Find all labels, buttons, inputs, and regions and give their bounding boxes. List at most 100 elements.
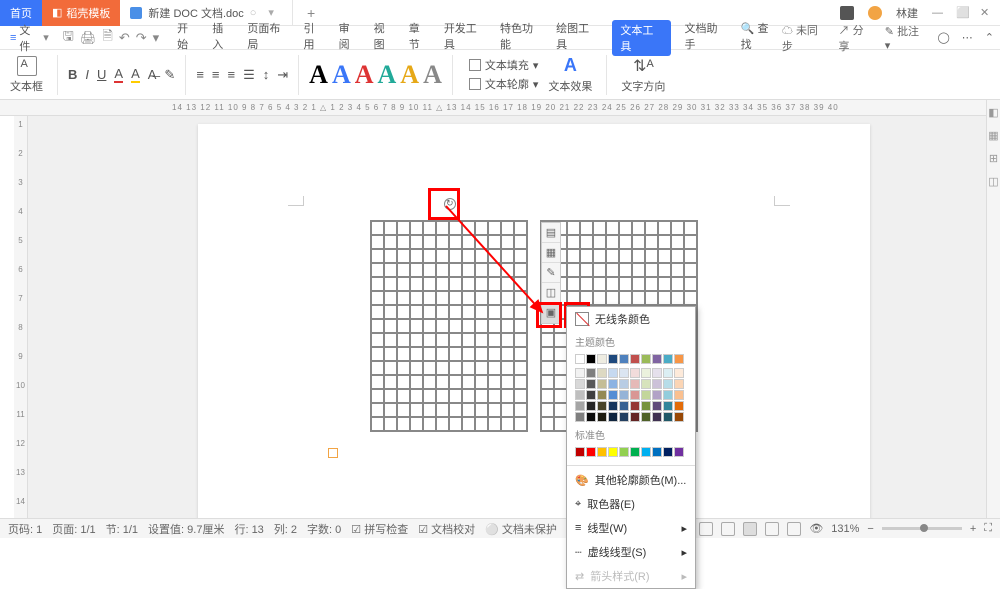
color-swatch[interactable] (630, 447, 640, 457)
color-swatch[interactable] (597, 379, 607, 389)
color-swatch[interactable] (674, 354, 684, 364)
color-swatch[interactable] (641, 354, 651, 364)
color-swatch[interactable] (597, 412, 607, 422)
color-swatch[interactable] (619, 401, 629, 411)
help-icon[interactable]: ◯ (937, 31, 949, 44)
wordart-gallery[interactable]: A A A A A A (309, 60, 442, 90)
color-swatch[interactable] (652, 447, 662, 457)
view-outline-icon[interactable] (765, 522, 779, 536)
status-spell[interactable]: ☑ 拼写检查 (351, 521, 408, 537)
clear-format-button[interactable]: A̶ (148, 67, 157, 82)
qat-print-icon[interactable]: 🖨 (80, 30, 97, 46)
underline-button[interactable]: U (97, 67, 106, 82)
align-right-button[interactable]: ≡ (228, 67, 236, 82)
color-swatch[interactable] (674, 379, 684, 389)
color-swatch[interactable] (630, 412, 640, 422)
menu-start[interactable]: 开始 (177, 20, 198, 56)
color-swatch[interactable] (619, 354, 629, 364)
color-swatch[interactable] (619, 379, 629, 389)
color-swatch[interactable] (619, 412, 629, 422)
bold-button[interactable]: B (68, 67, 77, 82)
text-effects-button[interactable]: A 文本效果 (544, 55, 596, 94)
color-swatch[interactable] (641, 390, 651, 400)
color-swatch[interactable] (674, 412, 684, 422)
qat-redo-icon[interactable]: ↷ (136, 30, 147, 46)
qat-save-icon[interactable]: 🖫 (63, 27, 74, 49)
menu-find[interactable]: 🔍 查找 (741, 20, 778, 56)
side-tool-outline[interactable]: ▣ (542, 303, 560, 323)
line-spacing-button[interactable]: ↕ (263, 67, 270, 82)
menu-doc-help[interactable]: 文档助手 (685, 20, 727, 56)
more-colors-item[interactable]: 🎨其他轮廓颜色(M)... (567, 468, 695, 492)
status-pages[interactable]: 页面: 1/1 (52, 521, 95, 537)
italic-button[interactable]: I (85, 67, 89, 82)
color-swatch[interactable] (652, 368, 662, 378)
font-color-button[interactable]: A (114, 66, 123, 83)
color-swatch[interactable] (652, 412, 662, 422)
status-protect[interactable]: ⚪ 文档未保护 (485, 521, 557, 537)
color-swatch[interactable] (652, 401, 662, 411)
tab-template[interactable]: ◧ 稻壳模板 (42, 0, 120, 26)
color-swatch[interactable] (586, 379, 596, 389)
align-left-button[interactable]: ≡ (196, 67, 204, 82)
zoom-in-button[interactable]: + (970, 523, 976, 535)
menu-view[interactable]: 视图 (374, 20, 395, 56)
highlight-button[interactable]: A (131, 66, 140, 83)
color-swatch[interactable] (608, 354, 618, 364)
table-left[interactable] (370, 220, 528, 432)
color-swatch[interactable] (597, 401, 607, 411)
text-direction-button[interactable]: ⇅ᴬ 文字方向 (617, 56, 669, 94)
tab-close-icon[interactable]: ▾ (268, 6, 274, 19)
color-swatch[interactable] (608, 401, 618, 411)
notification-icon[interactable] (840, 6, 854, 20)
color-swatch[interactable] (674, 390, 684, 400)
horizontal-ruler[interactable]: 14 13 12 11 10 9 8 7 6 5 4 3 2 1 △ 1 2 3… (0, 100, 1000, 116)
no-line-color-item[interactable]: 无线条颜色 (567, 307, 695, 331)
ribbon-textbox[interactable]: 文本框 (6, 56, 47, 94)
window-min-icon[interactable]: — (932, 7, 942, 19)
color-swatch[interactable] (608, 368, 618, 378)
rotate-handle-icon[interactable] (444, 198, 456, 210)
fit-width-icon[interactable]: ⛶ (984, 522, 992, 535)
view-page-icon[interactable] (743, 522, 757, 536)
qat-preview-icon[interactable]: 🗎 (102, 27, 112, 49)
color-swatch[interactable] (575, 447, 585, 457)
color-swatch[interactable] (586, 401, 596, 411)
color-swatch[interactable] (674, 368, 684, 378)
color-swatch[interactable] (641, 447, 651, 457)
color-swatch[interactable] (575, 368, 585, 378)
color-swatch[interactable] (652, 390, 662, 400)
color-swatch[interactable] (597, 447, 607, 457)
menu-layout[interactable]: 页面布局 (247, 20, 289, 56)
color-swatch[interactable] (663, 447, 673, 457)
color-swatch[interactable] (663, 368, 673, 378)
color-swatch[interactable] (663, 390, 673, 400)
line-weight-item[interactable]: ≡线型(W)▸ (567, 516, 695, 540)
window-close-icon[interactable]: ✕ (980, 6, 990, 19)
side-tool-1[interactable]: ▤ (542, 223, 560, 243)
annotate-button[interactable]: ✎ 批注 ▾ (885, 23, 926, 52)
view-print-icon[interactable] (721, 522, 735, 536)
eyedropper-item[interactable]: ⌖取色器(E) (567, 492, 695, 516)
color-swatch[interactable] (619, 368, 629, 378)
view-fullscreen-icon[interactable] (699, 522, 713, 536)
rs-icon-1[interactable]: ◧ (988, 106, 998, 119)
color-swatch[interactable] (630, 379, 640, 389)
color-swatch[interactable] (586, 390, 596, 400)
menu-feature[interactable]: 特色功能 (500, 20, 542, 56)
color-swatch[interactable] (608, 447, 618, 457)
user-avatar[interactable] (868, 6, 882, 20)
menu-review[interactable]: 审阅 (339, 20, 360, 56)
color-swatch[interactable] (608, 390, 618, 400)
table-side-toolbar[interactable]: ▤ ▦ ✎ ◫ ▣ (541, 222, 561, 324)
color-swatch[interactable] (597, 368, 607, 378)
color-swatch[interactable] (652, 354, 662, 364)
color-swatch[interactable] (608, 379, 618, 389)
color-swatch[interactable] (575, 412, 585, 422)
text-fill-button[interactable]: 文本填充 ▾ (469, 57, 539, 73)
format-painter-button[interactable]: ✎ (164, 67, 175, 83)
status-proof[interactable]: ☑ 文档校对 (418, 521, 475, 537)
color-swatch[interactable] (641, 412, 651, 422)
color-swatch[interactable] (597, 390, 607, 400)
page-num-icon[interactable] (328, 448, 338, 458)
